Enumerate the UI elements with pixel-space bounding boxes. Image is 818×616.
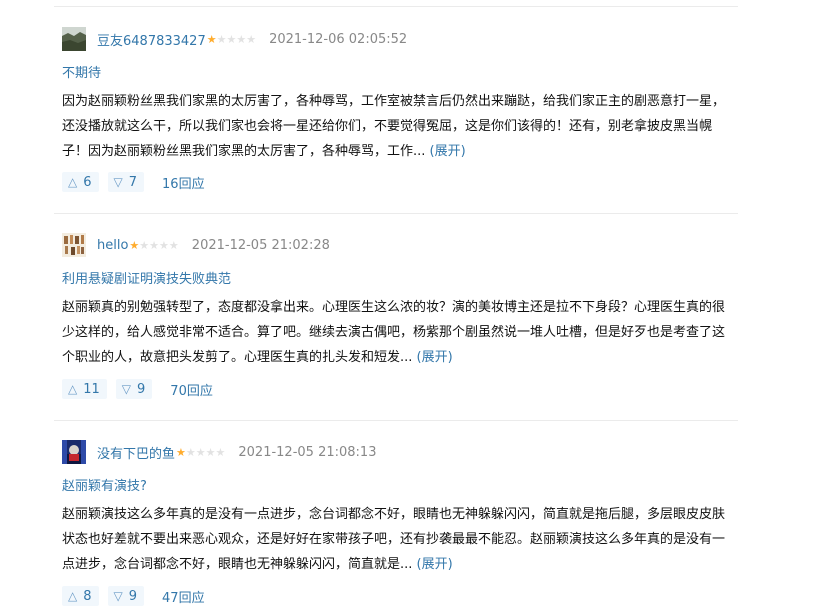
star-icon: ★ <box>205 445 216 459</box>
star-icon: ★ <box>226 32 237 46</box>
star-icon: ★ <box>215 445 226 459</box>
user-avatar[interactable] <box>62 440 86 464</box>
review-title[interactable]: 不期待 <box>62 62 101 81</box>
useful-button[interactable]: △ 8 <box>62 586 99 606</box>
triangle-up-icon: △ <box>68 382 78 396</box>
useful-count: 11 <box>83 381 100 397</box>
star-icon: ★ <box>149 238 160 252</box>
star-icon: ★ <box>206 32 217 46</box>
divider <box>54 6 738 7</box>
star-icon: ★ <box>139 238 150 252</box>
review-text: 赵丽颖真的别勉强转型了，态度都没拿出来。心理医生这么浓的妆？演的美妆博主还是拉不… <box>62 300 726 365</box>
star-icon: ★ <box>195 445 206 459</box>
expand-link[interactable]: (展开) <box>417 557 453 572</box>
review-time: 2021-12-06 02:05:52 <box>269 31 408 47</box>
review-content: 赵丽颖真的别勉强转型了，态度都没拿出来。心理医生这么浓的妆？演的美妆博主还是拉不… <box>62 295 734 370</box>
user-avatar[interactable] <box>62 233 86 257</box>
review-actions: △ 11 ▽ 9 70回应 <box>62 379 213 399</box>
reply-link[interactable]: 70回应 <box>170 380 213 399</box>
review-content: 赵丽颖演技这么多年真的是没有一点进步，念台词都念不好，眼睛也无神躲躲闪闪，简直就… <box>62 502 734 577</box>
review-actions: △ 6 ▽ 7 16回应 <box>62 172 205 192</box>
reply-link[interactable]: 16回应 <box>162 173 205 192</box>
star-icon: ★ <box>129 238 140 252</box>
triangle-down-icon: ▽ <box>113 589 123 603</box>
useful-button[interactable]: △ 6 <box>62 172 99 192</box>
review-text: 赵丽颖演技这么多年真的是没有一点进步，念台词都念不好，眼睛也无神躲躲闪闪，简直就… <box>62 507 726 572</box>
review-title[interactable]: 利用悬疑剧证明演技失败典范 <box>62 268 231 287</box>
triangle-down-icon: ▽ <box>113 175 123 189</box>
review-time: 2021-12-05 21:08:13 <box>238 444 377 460</box>
review-content: 因为赵丽颖粉丝黑我们家黑的太厉害了，各种辱骂，工作室被禁言后仍然出来蹦跶，给我们… <box>62 89 734 164</box>
star-icon: ★ <box>168 238 179 252</box>
review-text: 因为赵丽颖粉丝黑我们家黑的太厉害了，各种辱骂，工作室被禁言后仍然出来蹦跶，给我们… <box>62 94 726 159</box>
reply-link[interactable]: 47回应 <box>162 587 205 606</box>
review-header: 没有下巴的鱼 ★ ★ ★ ★ ★ 2021-12-05 21:08:13 <box>62 439 376 465</box>
rating-stars: ★ ★ ★ ★ ★ <box>207 34 256 45</box>
useless-button[interactable]: ▽ 7 <box>107 172 145 192</box>
expand-link[interactable]: (展开) <box>417 350 453 365</box>
star-icon: ★ <box>176 445 186 459</box>
useless-count: 7 <box>128 174 138 190</box>
useless-button[interactable]: ▽ 9 <box>115 379 153 399</box>
review-header: hello ★ ★ ★ ★ ★ 2021-12-05 21:02:28 <box>62 232 330 258</box>
star-icon: ★ <box>159 238 169 252</box>
review-list: 豆友6487833427 ★ ★ ★ ★ ★ 2021-12-06 02:05:52 不… <box>0 0 818 616</box>
star-icon: ★ <box>216 32 227 46</box>
useful-count: 6 <box>83 174 92 190</box>
useful-count: 8 <box>83 588 92 604</box>
review-time: 2021-12-05 21:02:28 <box>191 237 330 253</box>
author-link[interactable]: 没有下巴的鱼 <box>97 443 175 462</box>
review-actions: △ 8 ▽ 9 47回应 <box>62 586 205 606</box>
author-link[interactable]: 豆友6487833427 <box>97 30 206 49</box>
star-icon: ★ <box>185 445 196 459</box>
useful-button[interactable]: △ 11 <box>62 379 107 399</box>
divider <box>54 213 738 214</box>
useless-count: 9 <box>128 588 138 604</box>
useless-count: 9 <box>137 381 146 397</box>
triangle-up-icon: △ <box>68 589 78 603</box>
divider <box>54 420 738 421</box>
triangle-down-icon: ▽ <box>121 382 132 396</box>
useless-button[interactable]: ▽ 9 <box>107 586 145 606</box>
expand-link[interactable]: (展开) <box>430 144 466 159</box>
triangle-up-icon: △ <box>68 175 78 189</box>
review-title[interactable]: 赵丽颖有演技? <box>62 475 147 494</box>
author-link[interactable]: hello <box>97 238 128 253</box>
star-icon: ★ <box>246 32 257 46</box>
star-icon: ★ <box>236 32 247 46</box>
rating-stars: ★ ★ ★ ★ ★ <box>129 240 178 251</box>
rating-stars: ★ ★ ★ ★ ★ <box>176 447 225 458</box>
review-header: 豆友6487833427 ★ ★ ★ ★ ★ 2021-12-06 02:05:52 <box>62 26 407 52</box>
user-avatar[interactable] <box>62 27 86 51</box>
